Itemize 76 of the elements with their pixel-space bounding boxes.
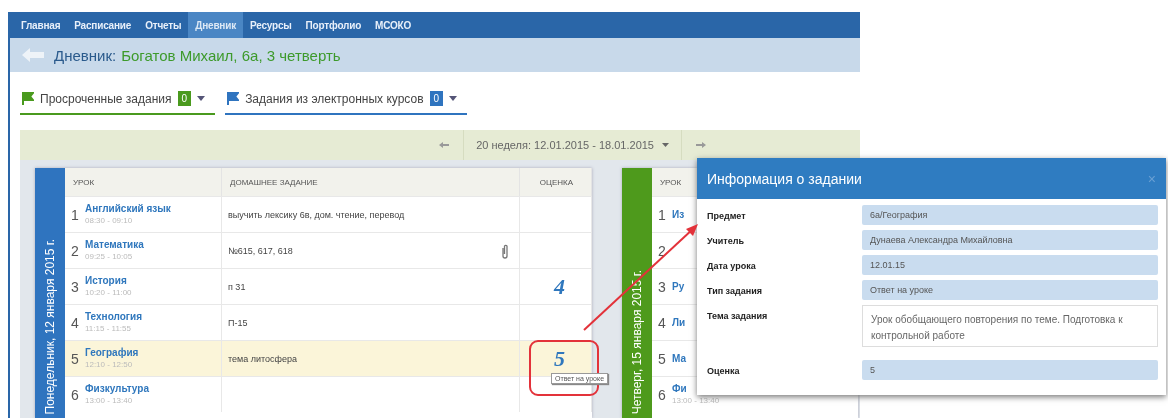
field-label: Тема задания [707,310,769,323]
lesson-number: 2 [658,242,667,259]
lesson-time: 13:00 - 13:40 [85,394,134,407]
lesson-time: 09:25 - 10:05 [85,250,134,263]
field-label: Дата урока [707,260,757,273]
field-label: Оценка [707,365,741,378]
nav-tab[interactable]: Главная [14,12,68,38]
subject-link[interactable]: Английский язык [85,202,171,215]
field-label: Предмет [707,210,747,223]
subject-link[interactable]: Ли [672,316,686,329]
column-header: ОЦЕНКА [520,168,592,196]
info-field[interactable]: 6а/География [862,205,1158,225]
nav-tab[interactable]: Ресурсы [242,12,299,38]
column-header: УРОК [65,168,222,196]
nav-tab[interactable]: Отчеты [138,12,189,38]
topic-textarea[interactable]: Урок обобщающего повторения по теме. Подготовка к контрольной работе [862,305,1158,347]
lesson-time: 11:15 - 11:55 [85,322,132,335]
lesson-number: 5 [71,350,80,367]
lesson-number: 4 [71,314,80,331]
lesson-number: 3 [71,278,80,295]
info-field[interactable]: Дунаева Александра Михайловна [862,230,1158,250]
flag-icon [22,92,34,105]
filter-dropdown[interactable]: Задания из электронных курсов 0 [225,88,468,115]
subject-link[interactable]: Ма [672,352,686,365]
nav-tab[interactable]: Портфолио [298,12,369,38]
left-arrow-icon [439,142,450,148]
info-field[interactable]: 12.01.15 [862,255,1158,275]
filter-label: Просроченные задания [40,91,172,106]
subject-link[interactable]: Из [672,208,685,221]
field-label: Тип задания [707,285,763,298]
homework-text: выучить лексику 6в, дом. чтение, перевод [228,209,405,220]
lesson-number: 6 [71,386,80,403]
caret-icon [197,96,206,101]
count-badge: 0 [429,91,444,106]
subject-link[interactable]: Ру [672,280,685,293]
lesson-number: 4 [658,314,667,331]
page-title: Дневник: [54,46,117,64]
column-header: ДОМАШНЕЕ ЗАДАНИЕ [222,168,520,196]
lesson-number: 5 [658,350,667,367]
homework-text: п 31 [228,281,246,292]
lesson-number: 2 [71,242,80,259]
flag-icon [227,92,240,105]
lesson-time: 12:10 - 12:50 [85,358,134,371]
info-field[interactable]: 5 [862,360,1158,380]
subject-link[interactable]: История [85,274,132,287]
info-field[interactable]: Ответ на уроке [862,280,1158,300]
student-name: Богатов Михаил, 6а, 3 четверть [121,46,341,64]
back-arrow-icon [20,46,46,64]
homework-text: №615, 617, 618 [228,245,293,256]
subject-link[interactable]: Математика [85,238,144,251]
lesson-number: 1 [71,206,80,223]
filter-dropdown[interactable]: Просроченные задания 0 [20,88,216,115]
subject-link[interactable]: География [85,346,139,359]
homework-text: П-15 [228,317,248,328]
caret-icon [449,96,458,101]
lesson-time: 13:00 - 13:40 [672,394,720,407]
lesson-number: 1 [658,206,667,223]
nav-tab[interactable]: Дневник [188,12,243,38]
subject-link[interactable]: Технология [85,310,142,323]
right-arrow-icon [696,142,706,148]
filter-label: Задания из электронных курсов [245,91,424,106]
lesson-number: 3 [658,278,667,295]
nav-tab[interactable]: Расписание [67,12,139,38]
count-badge: 0 [177,91,192,106]
homework-text: тема литосфера [228,353,297,364]
lesson-number: 6 [658,386,667,403]
lesson-time: 10:20 - 11:00 [85,286,132,299]
subject-link[interactable]: Физкультура [85,382,149,395]
nav-tab[interactable]: МСОКО [368,12,419,38]
field-label: Учитель [707,235,746,248]
grade-mark[interactable]: 5 [554,345,565,372]
day-title: Понедельник, 12 января 2015 г. [43,238,57,416]
week-dropdown[interactable]: 20 неделя: 12.01.2015 - 18.01.2015 [464,139,681,151]
paperclip-icon [501,242,509,259]
grade-mark[interactable]: 4 [554,273,565,300]
caret-icon [662,143,669,147]
